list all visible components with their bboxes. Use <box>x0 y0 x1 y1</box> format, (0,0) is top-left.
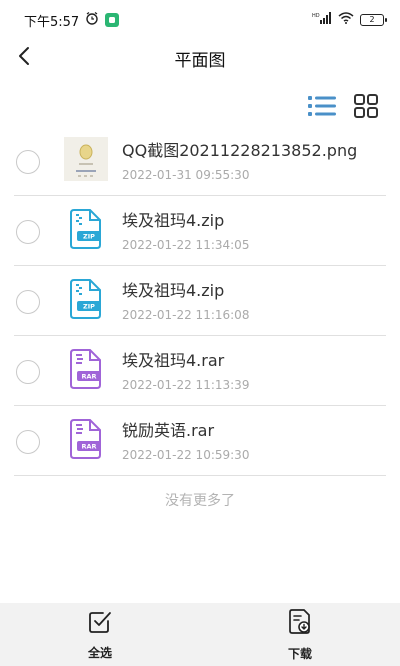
network-label: HD <box>312 13 320 19</box>
select-checkbox[interactable] <box>16 290 40 314</box>
file-type-badge: RAR <box>81 443 96 451</box>
file-time: 2022-01-22 11:16:08 <box>122 308 250 322</box>
file-list: QQ截图20211228213852.png 2022-01-31 09:55:… <box>0 126 400 476</box>
view-toggle <box>308 94 378 118</box>
grid-view-icon[interactable] <box>354 94 378 118</box>
row-divider <box>14 475 386 476</box>
file-name: 埃及祖玛4.zip <box>122 211 225 230</box>
list-end-text: 没有更多了 <box>165 493 235 509</box>
zip-file-icon: ZIP <box>64 207 108 251</box>
list-item[interactable]: RAR 埃及祖玛4.rar 2022-01-22 11:13:39 <box>0 336 400 406</box>
file-name: 埃及祖玛4.rar <box>122 351 225 370</box>
file-type-badge: ZIP <box>83 233 95 241</box>
download-file-icon <box>288 609 312 639</box>
rar-file-icon: RAR <box>64 417 108 461</box>
file-type-badge: ZIP <box>83 303 95 311</box>
status-bar: 下午5:57 HD 2 <box>0 0 400 40</box>
battery-icon: 2 <box>360 14 387 26</box>
download-button[interactable]: 下载 <box>200 603 400 666</box>
file-name: 锐励英语.rar <box>122 421 215 440</box>
image-thumbnail <box>64 137 108 181</box>
checkbox-checked-icon <box>88 610 112 638</box>
bottom-action-bar: 全选 下载 <box>0 603 400 666</box>
header: 平面图 <box>0 40 400 76</box>
file-time: 2022-01-22 11:34:05 <box>122 238 250 252</box>
file-type-badge: RAR <box>81 373 96 381</box>
select-checkbox[interactable] <box>16 150 40 174</box>
select-checkbox[interactable] <box>16 430 40 454</box>
select-all-label: 全选 <box>87 646 112 660</box>
rar-file-icon: RAR <box>64 347 108 391</box>
file-name: QQ截图20211228213852.png <box>122 141 358 160</box>
list-view-icon[interactable] <box>308 95 336 117</box>
list-item[interactable]: RAR 锐励英语.rar 2022-01-22 10:59:30 <box>0 406 400 476</box>
select-checkbox[interactable] <box>16 220 40 244</box>
wifi-icon <box>338 12 354 28</box>
zip-file-icon: ZIP <box>64 277 108 321</box>
select-checkbox[interactable] <box>16 360 40 384</box>
status-time: 下午5:57 <box>24 14 80 30</box>
battery-level: 2 <box>369 15 375 24</box>
signal-icon: HD <box>312 12 332 28</box>
file-time: 2022-01-22 11:13:39 <box>122 378 250 392</box>
app-notification-icon <box>105 13 120 27</box>
select-all-button[interactable]: 全选 <box>0 603 200 666</box>
download-label: 下载 <box>287 647 312 661</box>
file-time: 2022-01-31 09:55:30 <box>122 168 250 182</box>
page-title: 平面图 <box>174 50 226 71</box>
alarm-icon <box>85 11 99 29</box>
back-button[interactable] <box>10 44 38 72</box>
list-item[interactable]: QQ截图20211228213852.png 2022-01-31 09:55:… <box>0 126 400 196</box>
file-time: 2022-01-22 10:59:30 <box>122 448 250 462</box>
list-item[interactable]: ZIP 埃及祖玛4.zip 2022-01-22 11:34:05 <box>0 196 400 266</box>
list-item[interactable]: ZIP 埃及祖玛4.zip 2022-01-22 11:16:08 <box>0 266 400 336</box>
file-name: 埃及祖玛4.zip <box>122 281 225 300</box>
chevron-left-icon <box>17 46 31 70</box>
